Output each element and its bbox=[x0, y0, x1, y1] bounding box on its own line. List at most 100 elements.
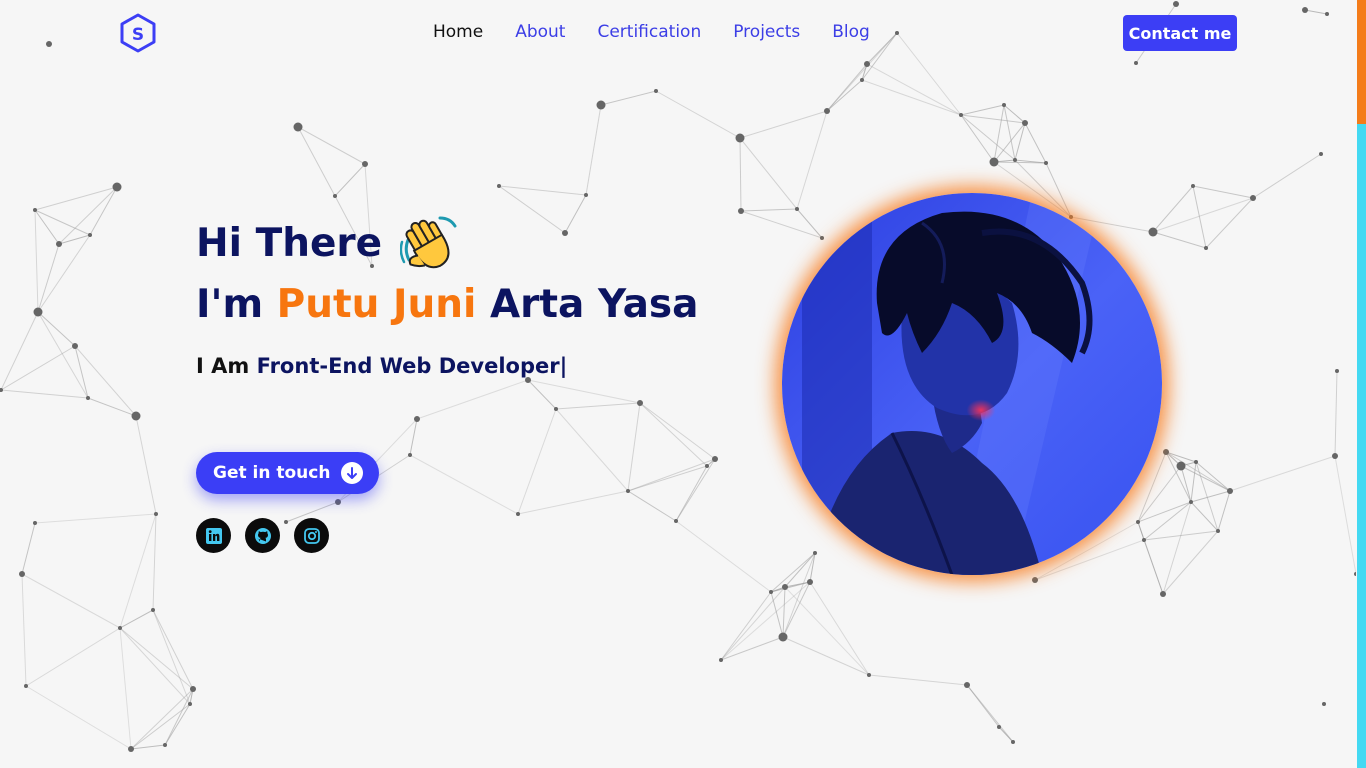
typing-cursor: | bbox=[559, 354, 568, 378]
network-node bbox=[1189, 500, 1193, 504]
nav-blog[interactable]: Blog bbox=[832, 20, 870, 44]
network-node bbox=[959, 113, 963, 117]
network-line bbox=[627, 490, 677, 522]
network-node bbox=[128, 746, 134, 752]
network-line bbox=[720, 586, 786, 661]
network-node bbox=[1319, 152, 1323, 156]
intro-heading: I'm Putu Juni Arta Yasa bbox=[196, 274, 698, 336]
network-node bbox=[56, 241, 62, 247]
network-node bbox=[738, 208, 744, 214]
role-prefix: I Am bbox=[196, 354, 257, 378]
network-line bbox=[1162, 501, 1192, 595]
network-node bbox=[867, 673, 871, 677]
network-node bbox=[516, 512, 520, 516]
network-node bbox=[335, 499, 341, 505]
network-line bbox=[0, 345, 76, 391]
network-line bbox=[740, 208, 798, 212]
network-line bbox=[784, 586, 870, 676]
network-line bbox=[600, 90, 657, 106]
network-node bbox=[807, 579, 813, 585]
network-line bbox=[639, 402, 708, 467]
nav-projects[interactable]: Projects bbox=[733, 20, 800, 44]
logo-letter: S bbox=[132, 25, 144, 45]
nav-about[interactable]: About bbox=[515, 20, 565, 44]
network-line bbox=[627, 402, 641, 492]
network-node bbox=[584, 193, 588, 197]
instagram-link[interactable] bbox=[294, 518, 329, 553]
instagram-icon bbox=[303, 527, 320, 544]
network-line bbox=[1190, 490, 1231, 503]
network-node bbox=[1163, 449, 1169, 455]
network-line bbox=[1252, 153, 1322, 199]
network-line bbox=[960, 104, 1005, 116]
network-line bbox=[655, 90, 741, 139]
network-line bbox=[720, 636, 784, 661]
network-node bbox=[705, 464, 709, 468]
network-node bbox=[637, 400, 643, 406]
scrollbar-thumb[interactable] bbox=[1357, 0, 1366, 124]
page-scrollbar[interactable] bbox=[1357, 0, 1366, 768]
name-rest: Arta Yasa bbox=[476, 282, 699, 327]
network-line bbox=[498, 185, 587, 196]
network-line bbox=[25, 685, 132, 750]
nav-certification[interactable]: Certification bbox=[597, 20, 701, 44]
github-link[interactable] bbox=[245, 518, 280, 553]
navbar: S Home About Certification Projects Blog… bbox=[0, 0, 1356, 64]
get-in-touch-button[interactable]: Get in touch bbox=[196, 452, 379, 494]
network-line bbox=[152, 609, 194, 690]
network-node bbox=[72, 343, 78, 349]
network-node bbox=[1204, 246, 1208, 250]
name-highlight: Putu Juni bbox=[276, 282, 477, 327]
network-node bbox=[1069, 215, 1073, 219]
network-line bbox=[517, 490, 629, 515]
arrow-down-circle-icon bbox=[341, 462, 363, 484]
social-links bbox=[196, 518, 329, 553]
contact-button[interactable]: Contact me bbox=[1123, 15, 1237, 51]
network-line bbox=[164, 688, 194, 746]
network-node bbox=[188, 702, 192, 706]
network-line bbox=[25, 627, 121, 687]
network-node bbox=[19, 571, 25, 577]
network-line bbox=[1334, 370, 1338, 457]
network-line bbox=[409, 418, 418, 456]
network-node bbox=[1191, 184, 1195, 188]
network-line bbox=[1217, 490, 1231, 532]
nav-home[interactable]: Home bbox=[433, 20, 483, 44]
network-line bbox=[21, 573, 121, 629]
waving-hand-icon bbox=[400, 214, 458, 274]
network-node bbox=[154, 512, 158, 516]
network-node bbox=[1044, 161, 1048, 165]
network-line bbox=[1195, 461, 1219, 532]
network-node bbox=[1216, 529, 1220, 533]
network-line bbox=[1192, 185, 1207, 249]
network-node bbox=[782, 584, 788, 590]
network-line bbox=[34, 209, 39, 313]
network-line bbox=[21, 522, 36, 575]
network-node bbox=[820, 236, 824, 240]
network-line bbox=[1162, 530, 1219, 595]
network-node bbox=[712, 456, 718, 462]
network-line bbox=[868, 674, 968, 686]
network-node bbox=[1335, 369, 1339, 373]
network-node bbox=[1136, 520, 1140, 524]
network-node bbox=[1354, 572, 1356, 576]
network-line bbox=[720, 581, 811, 661]
network-line bbox=[164, 703, 191, 746]
network-node bbox=[33, 307, 43, 317]
network-line bbox=[21, 573, 27, 687]
network-line bbox=[1192, 185, 1254, 199]
network-line bbox=[1024, 122, 1047, 164]
network-node bbox=[24, 684, 28, 688]
network-node bbox=[719, 658, 723, 662]
network-node bbox=[674, 519, 678, 523]
network-line bbox=[1229, 455, 1336, 492]
network-node bbox=[1148, 227, 1158, 237]
network-node bbox=[112, 182, 122, 192]
logo[interactable]: S bbox=[119, 13, 157, 53]
network-node bbox=[408, 453, 412, 457]
greeting-heading: Hi There bbox=[196, 214, 698, 274]
github-icon bbox=[254, 527, 271, 544]
linkedin-link[interactable] bbox=[196, 518, 231, 553]
network-node bbox=[824, 108, 830, 114]
network-line bbox=[555, 408, 629, 492]
